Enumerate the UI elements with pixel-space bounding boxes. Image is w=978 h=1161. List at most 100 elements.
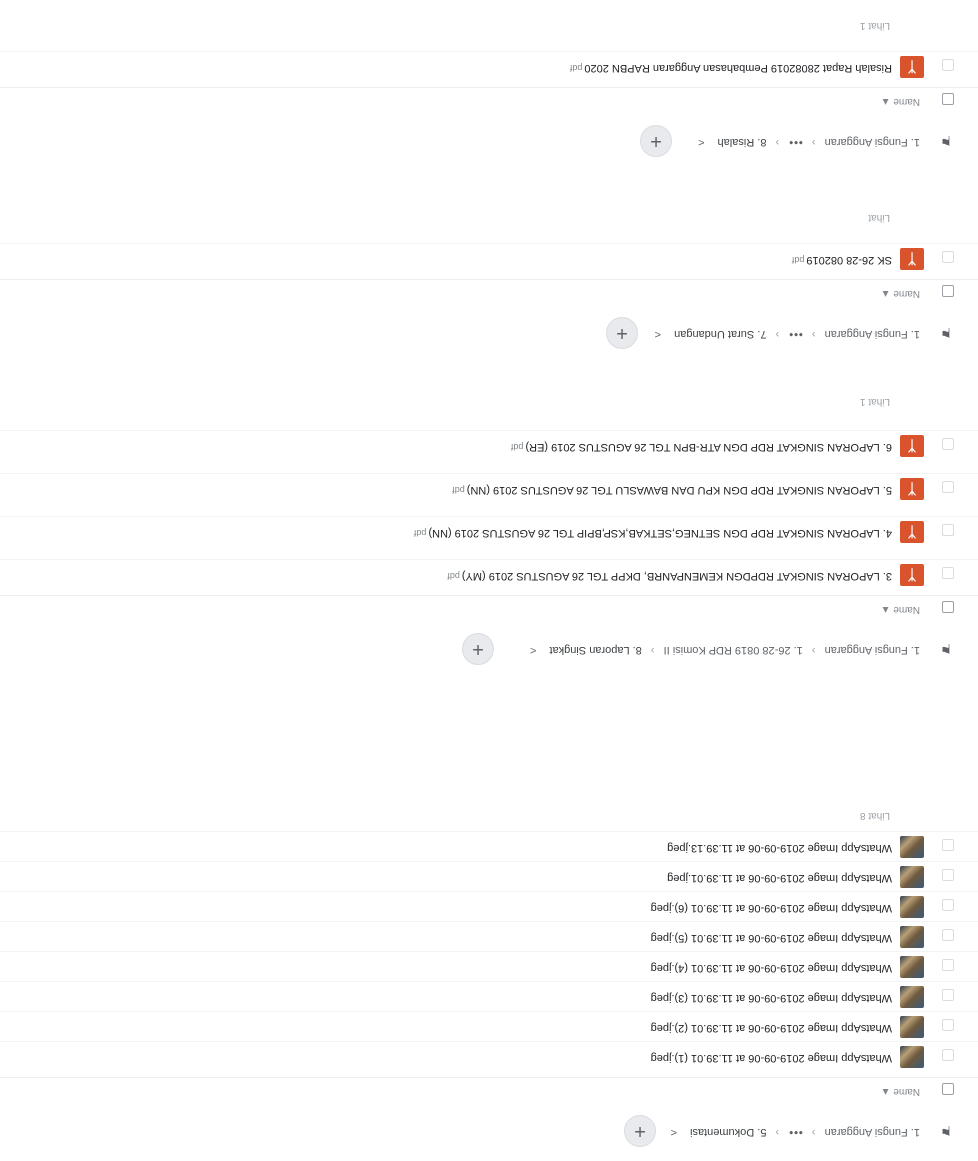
breadcrumb-root[interactable]: 1. Fungsi Anggaran [825,136,920,148]
file-row[interactable]: ᛉ 4. LAPORAN SINGKAT RDP DGN SETNEG,SETK… [0,516,978,546]
name-column-header[interactable]: Name ▲ [881,604,920,615]
file-row[interactable]: ᛉ SK 26-28 082019pdf [0,243,978,273]
list-header: Name ▲ [0,279,978,305]
share-icon[interactable]: < [530,644,536,656]
image-thumbnail-icon [900,956,924,978]
chevron-right-icon: › [811,1126,816,1138]
row-checkbox[interactable] [942,959,954,971]
view-more-link[interactable]: Lihat 1 [860,20,890,31]
breadcrumb-root[interactable]: 1. Fungsi Anggaran [825,644,920,656]
chevron-right-icon: › [811,644,816,656]
pdf-file-icon: ᛉ [900,478,924,500]
share-icon[interactable]: < [698,136,704,148]
image-thumbnail-icon [900,836,924,858]
row-checkbox[interactable] [942,989,954,1001]
row-checkbox[interactable] [942,869,954,881]
file-row[interactable]: WhatsApp Image 2019-09-06 at 11.39.13.jp… [0,831,978,861]
breadcrumb-root[interactable]: 1. Fungsi Anggaran [825,1126,920,1138]
file-row[interactable]: WhatsApp Image 2019-09-06 at 11.39.01.jp… [0,861,978,891]
file-row[interactable]: WhatsApp Image 2019-09-06 at 11.39.01 (5… [0,921,978,951]
select-all-checkbox[interactable] [942,601,954,613]
pin-icon[interactable]: ⚑ [940,325,952,340]
pin-icon[interactable]: ⚑ [940,1123,952,1138]
breadcrumb-root[interactable]: 1. Fungsi Anggaran [825,328,920,340]
share-icon[interactable]: < [671,1126,677,1138]
file-row[interactable]: WhatsApp Image 2019-09-06 at 11.39.01 (2… [0,1011,978,1041]
row-checkbox[interactable] [942,567,954,579]
row-checkbox[interactable] [942,481,954,493]
breadcrumb-current-folder[interactable]: 8. Laporan Singkat [549,644,641,656]
breadcrumb: ⚑ 1. Fungsi Anggaran › 1. 26-28 0819 RDP… [0,631,978,665]
row-checkbox[interactable] [942,929,954,941]
file-name: WhatsApp Image 2019-09-06 at 11.39.01 (3… [650,992,892,1004]
file-name: 6. LAPORAN SINGKAT RDP DGN ATR-BPN TGL 2… [510,441,892,453]
view-more-link[interactable]: Lihat [868,212,890,223]
name-column-header[interactable]: Name ▲ [881,96,920,107]
add-button[interactable]: + [640,125,672,157]
file-name: 3. LAPORAN SINGKAT RDPDGN KEMENPANRB, DK… [447,570,892,582]
row-checkbox[interactable] [942,1019,954,1031]
pdf-file-icon: ᛉ [900,564,924,586]
file-name: SK 26-28 082019pdf [791,254,892,266]
row-checkbox[interactable] [942,438,954,450]
breadcrumb-mid[interactable]: 1. 26-28 0819 RDP Komisi II [664,644,803,656]
row-checkbox[interactable] [942,899,954,911]
file-row[interactable]: WhatsApp Image 2019-09-06 at 11.39.01 (6… [0,891,978,921]
image-thumbnail-icon [900,1016,924,1038]
file-name: WhatsApp Image 2019-09-06 at 11.39.01.jp… [667,872,892,884]
file-row[interactable]: WhatsApp Image 2019-09-06 at 11.39.01 (1… [0,1041,978,1071]
chevron-right-icon: › [775,328,780,340]
name-column-header[interactable]: Name ▲ [881,1086,920,1097]
breadcrumb-current-folder[interactable]: 8. Risalah [718,136,767,148]
chevron-right-icon: › [775,1126,780,1138]
pdf-file-icon: ᛉ [900,521,924,543]
file-name: WhatsApp Image 2019-09-06 at 11.39.13.jp… [667,842,892,854]
select-all-checkbox[interactable] [942,1083,954,1095]
pdf-file-icon: ᛉ [900,435,924,457]
file-name: Risalah Rapat 28082019 Pembahasan Anggar… [569,62,892,74]
file-row[interactable]: ᛉ 3. LAPORAN SINGKAT RDPDGN KEMENPANRB, … [0,559,978,589]
more-horiz-icon[interactable]: ••• [788,1126,803,1138]
more-horiz-icon[interactable]: ••• [788,136,803,148]
file-name: WhatsApp Image 2019-09-06 at 11.39.01 (1… [650,1052,892,1064]
add-button[interactable]: + [606,317,638,349]
file-row[interactable]: ᛉ 5. LAPORAN SINGKAT RDP DGN KPU DAN BAW… [0,473,978,503]
row-checkbox[interactable] [942,1049,954,1061]
row-checkbox[interactable] [942,839,954,851]
view-more-link[interactable]: Lihat 8 [860,810,890,821]
chevron-right-icon: › [650,644,655,656]
chevron-right-icon: › [811,136,816,148]
list-header: Name ▲ [0,1077,978,1103]
pin-icon[interactable]: ⚑ [940,133,952,148]
file-row[interactable]: ᛉ 6. LAPORAN SINGKAT RDP DGN ATR-BPN TGL… [0,430,978,460]
add-button[interactable]: + [624,1115,656,1147]
more-horiz-icon[interactable]: ••• [788,328,803,340]
pdf-file-icon: ᛉ [900,56,924,78]
view-more-link[interactable]: Lihat 1 [860,396,890,407]
name-column-header[interactable]: Name ▲ [881,288,920,299]
file-row[interactable]: ᛉ Risalah Rapat 28082019 Pembahasan Angg… [0,51,978,81]
file-name: 5. LAPORAN SINGKAT RDP DGN KPU DAN BAWAS… [452,484,892,496]
breadcrumb: ⚑ 1. Fungsi Anggaran › ••• › 8. Risalah … [0,123,978,157]
file-name: WhatsApp Image 2019-09-06 at 11.39.01 (6… [650,902,892,914]
select-all-checkbox[interactable] [942,285,954,297]
list-header: Name ▲ [0,87,978,113]
pin-icon[interactable]: ⚑ [940,641,952,656]
image-thumbnail-icon [900,926,924,948]
breadcrumb: ⚑ 1. Fungsi Anggaran › ••• › 5. Dokument… [0,1113,978,1147]
select-all-checkbox[interactable] [942,93,954,105]
file-name: 4. LAPORAN SINGKAT RDP DGN SETNEG,SETKAB… [413,527,892,539]
add-button[interactable]: + [462,633,494,665]
file-row[interactable]: WhatsApp Image 2019-09-06 at 11.39.01 (4… [0,951,978,981]
file-row[interactable]: WhatsApp Image 2019-09-06 at 11.39.01 (3… [0,981,978,1011]
file-name: WhatsApp Image 2019-09-06 at 11.39.01 (4… [650,962,892,974]
drive-folder-page: ⚑ 1. Fungsi Anggaran › ••• › 5. Dokument… [0,0,978,1161]
breadcrumb-current-folder[interactable]: 7. Surat Undangan [674,328,766,340]
row-checkbox[interactable] [942,524,954,536]
row-checkbox[interactable] [942,251,954,263]
breadcrumb-current-folder[interactable]: 5. Dokumentasi [690,1126,766,1138]
share-icon[interactable]: < [655,328,661,340]
row-checkbox[interactable] [942,59,954,71]
image-thumbnail-icon [900,896,924,918]
image-thumbnail-icon [900,866,924,888]
